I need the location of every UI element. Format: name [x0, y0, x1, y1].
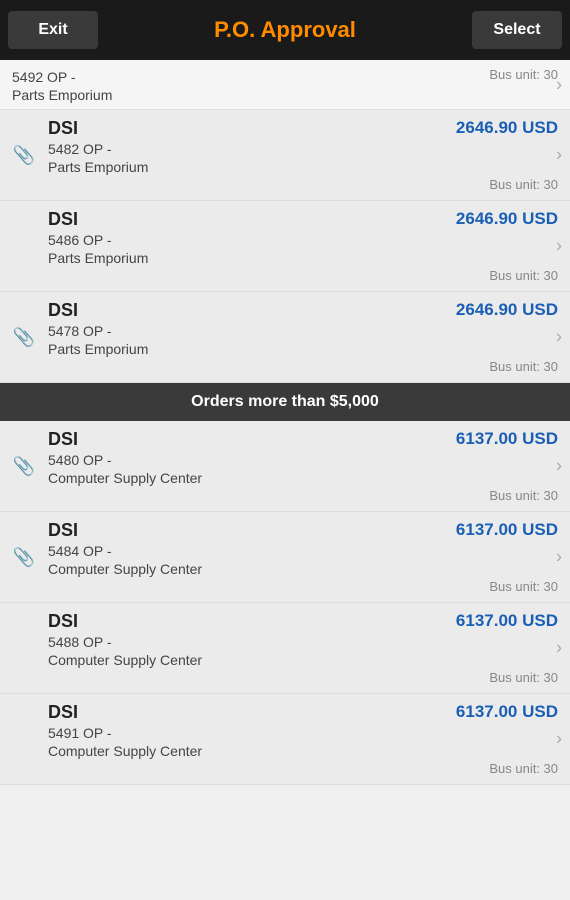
item-amount: 6137.00 USD	[456, 520, 558, 540]
page-title: P.O. Approval	[214, 17, 356, 43]
exit-button[interactable]: Exit	[8, 11, 98, 49]
bus-unit: Bus unit: 30	[489, 579, 558, 594]
list-item[interactable]: 📎 DSI 6137.00 USD 5480 OP - Computer Sup…	[0, 421, 570, 512]
attachment-icon: 📎	[12, 325, 36, 349]
item-amount: 6137.00 USD	[456, 702, 558, 722]
item-op-number: 5488 OP -	[48, 634, 558, 650]
chevron-icon: ›	[556, 638, 562, 659]
bus-unit: Bus unit: 30	[489, 359, 558, 374]
chevron-icon: ›	[556, 327, 562, 348]
bus-unit: Bus unit: 30	[489, 670, 558, 685]
chevron-icon: ›	[556, 729, 562, 750]
item-vendor: Parts Emporium	[12, 87, 558, 103]
attachment-icon: 📎	[12, 545, 36, 569]
item-amount: 2646.90 USD	[456, 300, 558, 320]
section-header: Orders more than $5,000	[0, 383, 570, 421]
item-vendor: Parts Emporium	[48, 159, 558, 175]
item-amount: 6137.00 USD	[456, 611, 558, 631]
item-vendor: Computer Supply Center	[48, 743, 558, 759]
attachment-icon: 📎	[12, 454, 36, 478]
item-vendor: Computer Supply Center	[48, 652, 558, 668]
item-name: DSI	[48, 520, 78, 541]
chevron-icon: ›	[556, 456, 562, 477]
item-amount: 6137.00 USD	[456, 429, 558, 449]
attachment-icon: 📎	[12, 143, 36, 167]
bus-unit: Bus unit: 30	[489, 177, 558, 192]
item-amount: 2646.90 USD	[456, 118, 558, 138]
item-amount: 2646.90 USD	[456, 209, 558, 229]
item-op-number: 5492 OP -	[12, 69, 76, 85]
select-button[interactable]: Select	[472, 11, 562, 49]
item-op-number: 5491 OP -	[48, 725, 558, 741]
list-item[interactable]: 5492 OP - Bus unit: 30 Parts Emporium ›	[0, 60, 570, 110]
item-vendor: Computer Supply Center	[48, 470, 558, 486]
item-name: DSI	[48, 702, 78, 723]
list-item[interactable]: 📎 DSI 2646.90 USD 5482 OP - Parts Empori…	[0, 110, 570, 201]
item-name: DSI	[48, 300, 78, 321]
item-op-number: 5484 OP -	[48, 543, 558, 559]
list-item[interactable]: DSI 2646.90 USD 5486 OP - Parts Emporium…	[0, 201, 570, 292]
header: Exit P.O. Approval Select	[0, 0, 570, 60]
list-item[interactable]: DSI 6137.00 USD 5491 OP - Computer Suppl…	[0, 694, 570, 785]
item-name: DSI	[48, 209, 78, 230]
chevron-icon: ›	[556, 547, 562, 568]
item-name: DSI	[48, 429, 78, 450]
bus-unit: Bus unit: 30	[489, 67, 558, 85]
bus-unit: Bus unit: 30	[489, 268, 558, 283]
chevron-icon: ›	[556, 145, 562, 166]
bus-unit: Bus unit: 30	[489, 488, 558, 503]
item-op-number: 5486 OP -	[48, 232, 558, 248]
bus-unit: Bus unit: 30	[489, 761, 558, 776]
chevron-icon: ›	[556, 236, 562, 257]
list-item[interactable]: 📎 DSI 6137.00 USD 5484 OP - Computer Sup…	[0, 512, 570, 603]
list-container: 5492 OP - Bus unit: 30 Parts Emporium › …	[0, 60, 570, 900]
chevron-icon: ›	[556, 74, 562, 95]
list-item[interactable]: 📎 DSI 2646.90 USD 5478 OP - Parts Empori…	[0, 292, 570, 383]
item-vendor: Computer Supply Center	[48, 561, 558, 577]
item-name: DSI	[48, 118, 78, 139]
list-item[interactable]: DSI 6137.00 USD 5488 OP - Computer Suppl…	[0, 603, 570, 694]
item-name: DSI	[48, 611, 78, 632]
item-vendor: Parts Emporium	[48, 250, 558, 266]
item-op-number: 5482 OP -	[48, 141, 558, 157]
item-vendor: Parts Emporium	[48, 341, 558, 357]
item-op-number: 5478 OP -	[48, 323, 558, 339]
item-op-number: 5480 OP -	[48, 452, 558, 468]
